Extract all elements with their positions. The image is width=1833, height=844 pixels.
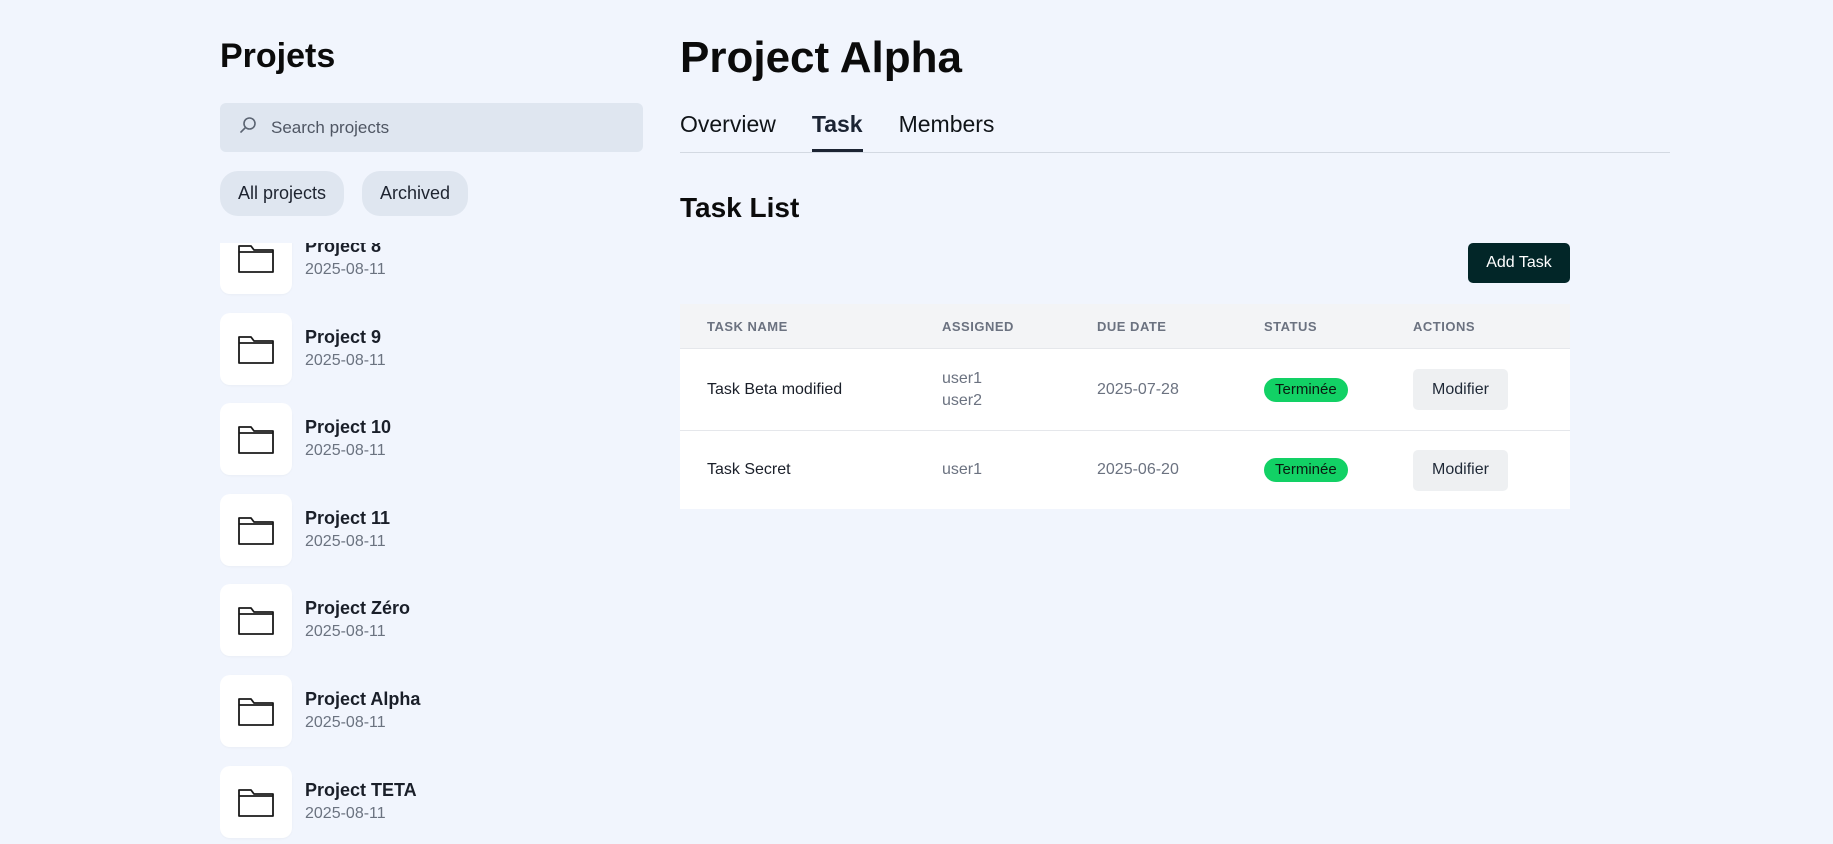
project-item[interactable]: Project 8 2025-08-11 — [220, 243, 643, 294]
sidebar-title: Projets — [220, 37, 336, 75]
task-assigned: user1 user2 — [942, 368, 1097, 412]
project-date: 2025-08-11 — [305, 713, 386, 731]
task-name: Task Secret — [707, 461, 791, 478]
table-row: Task Beta modified user1 user2 2025-07-2… — [680, 348, 1570, 430]
folder-icon — [220, 403, 292, 476]
project-name: Project 10 — [305, 417, 392, 438]
column-header-task-name: TASK NAME — [707, 318, 788, 334]
actions-cell: Modifier — [1413, 449, 1570, 491]
main-panel: Project Alpha Overview Task Members Task… — [680, 0, 1670, 844]
filter-group: All projects Archived — [220, 171, 469, 216]
column-header-due-date: DUE DATE — [1097, 318, 1167, 334]
project-date: 2025-08-11 — [305, 804, 386, 822]
folder-icon — [220, 243, 292, 294]
column-header-assigned: ASSIGNED — [942, 318, 1014, 334]
column-header-status: STATUS — [1264, 318, 1318, 334]
task-assigned: user1 — [942, 459, 1097, 481]
page-title: Project Alpha — [680, 33, 962, 82]
project-name: Project Zéro — [305, 598, 411, 619]
edit-task-button[interactable]: Modifier — [1413, 369, 1508, 410]
tab-task[interactable]: Task — [811, 104, 863, 152]
tab-members[interactable]: Members — [899, 104, 995, 152]
task-table: TASK NAME ASSIGNED DUE DATE STATUS ACTIO… — [680, 304, 1570, 509]
project-date: 2025-08-11 — [305, 261, 386, 278]
project-date: 2025-08-11 — [305, 351, 386, 369]
search-input[interactable] — [269, 116, 633, 139]
project-name: Project TETA — [305, 779, 417, 800]
tab-bar: Overview Task Members — [680, 104, 1670, 153]
project-date: 2025-08-11 — [305, 623, 386, 641]
assignee: user2 — [942, 391, 983, 409]
project-date: 2025-08-11 — [305, 442, 386, 460]
project-name: Project 11 — [305, 507, 391, 528]
add-task-button[interactable]: Add Task — [1468, 243, 1570, 283]
project-item[interactable]: Project 10 2025-08-11 — [220, 403, 643, 476]
sidebar: Projets All projects Archived Project 8 … — [220, 0, 643, 844]
project-item[interactable]: Project Zéro 2025-08-11 — [220, 584, 643, 657]
folder-icon — [220, 765, 292, 838]
project-item[interactable]: Project 11 2025-08-11 — [220, 493, 643, 566]
project-list[interactable]: Project 8 2025-08-11 Project 9 2025-08-1… — [220, 243, 643, 844]
search-box[interactable] — [220, 103, 643, 152]
table-row: Task Secret user1 2025-06-20 Terminée Mo… — [680, 430, 1570, 509]
task-due-date: 2025-07-28 — [1097, 380, 1179, 398]
folder-icon — [220, 493, 292, 566]
assignee: user1 — [942, 461, 983, 478]
status-badge: Terminée — [1264, 377, 1348, 402]
table-header: TASK NAME ASSIGNED DUE DATE STATUS ACTIO… — [680, 304, 1570, 348]
folder-icon — [220, 584, 292, 657]
project-date: 2025-08-11 — [305, 532, 386, 550]
status-cell: Terminée — [1264, 377, 1413, 402]
status-badge: Terminée — [1264, 458, 1348, 482]
status-cell: Terminée — [1264, 458, 1413, 482]
task-due-date: 2025-06-20 — [1097, 461, 1179, 478]
project-item[interactable]: Project 9 2025-08-11 — [220, 312, 643, 385]
filter-all-projects[interactable]: All projects — [220, 171, 345, 216]
assignee: user1 — [942, 369, 983, 387]
section-title: Task List — [680, 192, 800, 223]
project-name: Project 9 — [305, 326, 382, 347]
edit-task-button[interactable]: Modifier — [1413, 449, 1508, 491]
project-item[interactable]: Project Alpha 2025-08-11 — [220, 674, 643, 747]
tab-overview[interactable]: Overview — [680, 104, 776, 152]
filter-archived[interactable]: Archived — [362, 171, 469, 216]
folder-icon — [220, 674, 292, 747]
task-name: Task Beta modified — [707, 380, 843, 398]
project-name: Project Alpha — [305, 688, 421, 709]
search-icon — [238, 115, 258, 140]
project-name: Project 8 — [305, 243, 382, 256]
actions-cell: Modifier — [1413, 369, 1570, 410]
column-header-actions: ACTIONS — [1413, 318, 1475, 334]
project-item[interactable]: Project TETA 2025-08-11 — [220, 765, 643, 838]
folder-icon — [220, 312, 292, 385]
